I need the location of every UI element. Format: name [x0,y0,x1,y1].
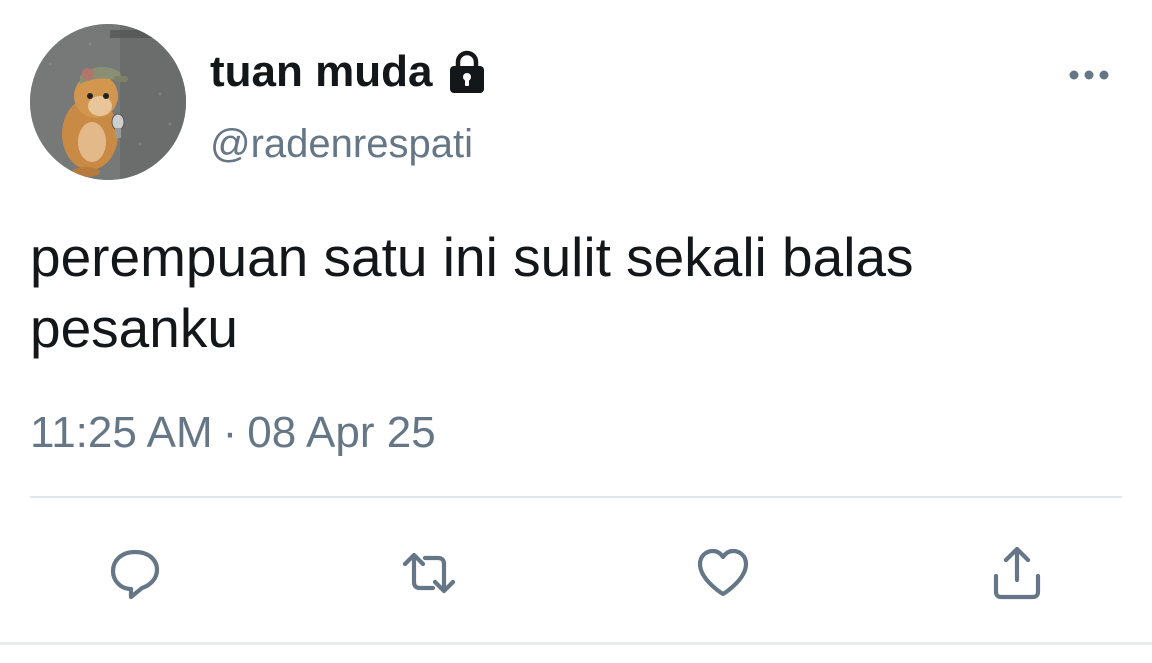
user-handle[interactable]: @radenrespati [210,122,473,167]
divider [30,496,1122,498]
action-bar [0,538,1152,608]
timestamp-separator: · [222,408,238,457]
bottom-divider [0,642,1152,645]
heart-icon [697,548,749,597]
tweet-text: perempuan satu ini sulit sekali balas pe… [30,226,914,359]
lock-icon [444,49,490,95]
author-name-row: tuan muda [210,44,490,100]
retweet-icon [402,552,456,594]
avatar[interactable] [30,24,186,180]
retweet-button[interactable] [394,538,464,608]
tweet-time: 11:25 AM [30,408,213,457]
display-name[interactable]: tuan muda [210,47,432,97]
reply-icon [110,549,160,600]
share-button[interactable] [982,538,1052,608]
tweet-date: 08 Apr 25 [247,408,436,457]
hamster-avatar-image [30,24,186,180]
like-button[interactable] [688,538,758,608]
reply-button[interactable] [100,538,170,608]
share-icon [993,546,1041,600]
tweet-timestamp[interactable]: 11:25 AM · 08 Apr 25 [30,408,436,458]
more-icon [1069,70,1109,80]
more-button[interactable] [1066,60,1112,90]
